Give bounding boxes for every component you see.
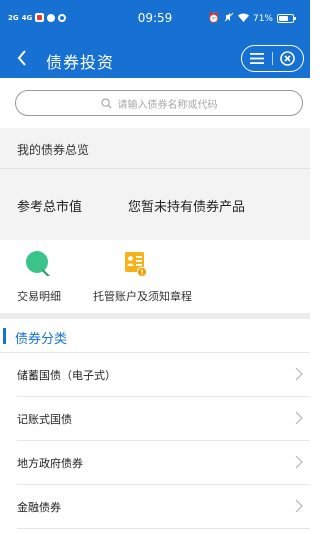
transaction-details-label: 交易明细: [17, 290, 61, 303]
search-input[interactable]: 请输入债券名称或代码: [15, 90, 303, 116]
mute-icon: [224, 12, 234, 25]
status-right-icons: ⏰ 71%: [207, 12, 296, 25]
category-item-label: 地方政府债券: [17, 457, 83, 470]
account-card-icon: [125, 252, 148, 278]
custody-account-label: 托管账户及须知章程: [93, 290, 192, 303]
overview-title: 我的债券总览: [17, 143, 90, 157]
close-button[interactable]: [273, 46, 303, 71]
page-title: 债券投资: [46, 53, 115, 72]
mini-program-capsule: [241, 45, 304, 72]
wifi-icon: [237, 13, 249, 25]
chevron-right-icon: [295, 367, 303, 381]
chevron-right-icon: [295, 499, 303, 513]
search-icon: [100, 97, 112, 109]
category-item-financial-bonds[interactable]: 金融债券: [0, 485, 310, 529]
chevron-right-icon: [295, 411, 303, 425]
status-bar: 2G 4G 09:59 ⏰ 71%: [0, 0, 310, 40]
category-item-local-government-bonds[interactable]: 地方政府债券: [0, 441, 310, 485]
alarm-icon: ⏰: [207, 13, 220, 24]
category-item-label: 金融债券: [17, 501, 61, 514]
nav-bar: 债券投资: [0, 40, 310, 78]
market-value-label: 参考总市值: [17, 200, 83, 215]
search-magnifier-icon: [26, 251, 50, 276]
category-item-savings-bonds[interactable]: 储蓄国债（电子式）: [0, 353, 310, 397]
category-title: 债券分类: [15, 332, 68, 347]
menu-button[interactable]: [242, 46, 272, 71]
category-item-label: 记账式国债: [17, 413, 72, 426]
market-value-text: 您暂未持有债券产品: [128, 200, 246, 215]
category-header: 债券分类: [0, 319, 310, 353]
search-placeholder: 请输入债券名称或代码: [117, 99, 218, 111]
battery-percent: 71%: [252, 13, 273, 24]
menu-icon: [250, 53, 264, 64]
battery-icon: [277, 14, 296, 23]
search-section: 请输入债券名称或代码: [0, 78, 310, 128]
transaction-details-shortcut[interactable]: 交易明细: [17, 250, 61, 304]
close-circle-icon: [280, 51, 296, 66]
chevron-right-icon: [295, 455, 303, 469]
overview-divider: [0, 168, 310, 169]
category-accent-bar: [3, 328, 6, 344]
category-list: 储蓄国债（电子式） 记账式国债 地方政府债券 金融债券: [0, 353, 310, 529]
custody-account-shortcut[interactable]: 托管账户及须知章程: [93, 250, 192, 304]
category-item-book-entry-bonds[interactable]: 记账式国债: [0, 397, 310, 441]
battery-fill: [279, 16, 289, 21]
category-item-label: 储蓄国债（电子式）: [17, 369, 116, 382]
back-arrow-icon[interactable]: [10, 44, 34, 72]
